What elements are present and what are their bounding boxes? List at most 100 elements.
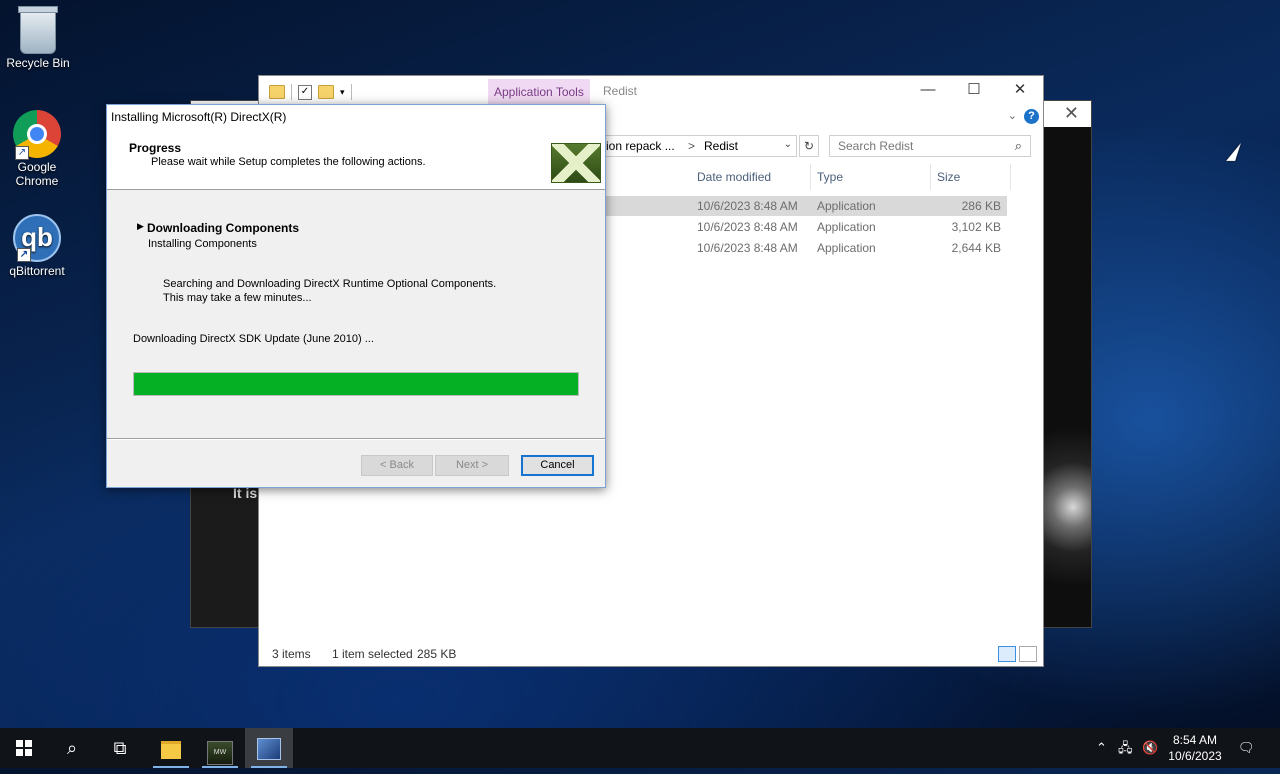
desktop-icon-label: qBittorrent [9,264,65,278]
view-toggle [998,646,1037,662]
download-status: Downloading DirectX SDK Update (June 201… [133,333,374,345]
cancel-button[interactable]: Cancel [521,455,594,476]
file-type: Application [817,220,876,234]
close-icon[interactable]: ✕ [1064,103,1079,124]
status-selection-size: 285 KB [417,647,457,661]
desktop-icon-qbittorrent[interactable]: qb ↗ qBittorrent [0,214,74,278]
file-size: 286 KB [961,199,1001,213]
new-folder-icon[interactable] [318,85,334,99]
file-row[interactable]: 10/6/2023 8:48 AM Application 286 KB [605,196,1007,216]
large-icons-view-icon[interactable] [1019,646,1037,662]
file-row[interactable]: 10/6/2023 8:48 AM Application 3,102 KB [605,217,1007,237]
search-placeholder: Search Redist [838,139,914,153]
network-icon[interactable]: 🖧 [1118,728,1133,768]
chrome-icon: ↗ [13,110,61,160]
clock[interactable]: 8:54 AM 10/6/2023 [1160,732,1230,764]
taskbar-directx-setup[interactable] [245,728,293,768]
chevron-down-icon[interactable]: ⌄ [1008,109,1017,122]
window-title: Redist [603,84,638,98]
clock-date: 10/6/2023 [1168,749,1222,763]
file-explorer-icon [161,741,181,759]
desktop-icon-recycle-bin[interactable]: Recycle Bin [0,6,76,70]
status-selection: 1 item selected [332,647,413,661]
directx-installer-dialog[interactable]: Installing Microsoft(R) DirectX(R) Progr… [106,104,606,488]
status-bar: 3 items 1 item selected 285 KB [259,642,1043,666]
shortcut-arrow-icon: ↗ [15,146,29,160]
desktop-icon-google-chrome[interactable]: ↗ Google Chrome [0,110,74,188]
file-type: Application [817,241,876,255]
column-header-size[interactable]: Size [929,164,1011,190]
help-icon[interactable]: ? [1024,109,1039,124]
desktop-icon-label: Recycle Bin [6,56,70,70]
file-type: Application [817,199,876,213]
search-icon: ⌕ [66,738,78,758]
file-size: 2,644 KB [951,241,1001,255]
separator [291,84,292,100]
taskbar: ⌕ ⧉ MW ⌃ 🖧 🔇 8:54 AM 10/6/2023 🗨 [0,728,1280,768]
file-row[interactable]: 10/6/2023 8:48 AM Application 2,644 KB [605,238,1007,258]
explorer-titlebar[interactable]: ✓ ▾ Application Tools Redist — ☐ ✕ [259,76,1043,106]
qbittorrent-icon: qb ↗ [13,214,61,262]
file-size: 3,102 KB [951,220,1001,234]
file-date: 10/6/2023 8:48 AM [697,199,798,213]
windows-logo-icon [16,740,32,756]
task-view-icon: ⧉ [113,738,127,758]
separator [350,84,352,100]
address-segment-current[interactable]: Redist [704,139,738,153]
background-artwork [1043,127,1091,627]
desktop-icon-label: Google Chrome [15,160,59,188]
setup-icon [257,738,281,760]
breadcrumb-separator[interactable]: > [688,139,695,153]
file-date: 10/6/2023 8:48 AM [697,241,798,255]
refresh-button[interactable]: ↻ [799,135,819,157]
shortcut-arrow-icon: ↗ [17,248,31,262]
show-hidden-icons-icon[interactable]: ⌃ [1096,728,1107,768]
current-step-arrow-icon: ▶ [137,221,144,231]
search-input[interactable]: Search Redist ⌕ [829,135,1031,157]
status-item-count: 3 items [272,647,311,661]
taskbar-game[interactable]: MW [196,728,244,768]
progress-fill [134,373,578,395]
step-subtitle: Installing Components [148,238,257,250]
next-button[interactable]: Next > [435,455,509,476]
progress-bar [133,372,579,396]
game-icon: MW [207,741,233,765]
notifications-icon[interactable]: 🗨 [1238,728,1255,768]
directx-logo-icon [551,143,601,183]
folder-icon[interactable] [269,85,285,99]
dialog-header: Progress Please wait while Setup complet… [107,131,605,190]
dialog-title: Installing Microsoft(R) DirectX(R) [107,105,605,131]
header-title: Progress [129,141,182,155]
start-button[interactable] [0,728,48,768]
volume-muted-icon[interactable]: 🔇 [1142,728,1158,768]
address-dropdown-icon[interactable]: ⌄ [784,139,792,150]
search-button[interactable]: ⌕ [48,728,96,768]
tab-application-tools[interactable]: Application Tools [488,79,590,105]
customize-toolbar-icon[interactable]: ▾ [340,87,345,98]
column-header-date-modified[interactable]: Date modified [689,164,811,190]
details-view-icon[interactable] [998,646,1016,662]
task-view-button[interactable]: ⧉ [96,728,144,768]
maximize-icon[interactable]: ☐ [951,76,997,104]
mouse-cursor-icon [1226,143,1241,161]
quick-access-toolbar: ✓ ▾ [269,84,352,100]
step-title: Downloading Components [147,221,299,235]
address-bar[interactable]: ition repack ... > Redist ⌄ [599,135,797,157]
search-icon: ⌕ [1014,138,1022,153]
address-segment[interactable]: ition repack ... [600,139,675,153]
minimize-icon[interactable]: — [905,76,951,104]
back-button[interactable]: < Back [361,455,433,476]
clock-time: 8:54 AM [1172,733,1218,747]
file-date: 10/6/2023 8:48 AM [697,220,798,234]
status-message-line2: This may take a few minutes... [163,292,312,304]
status-message-line1: Searching and Downloading DirectX Runtim… [163,278,497,290]
header-subtitle: Please wait while Setup completes the fo… [151,156,426,168]
dialog-separator [107,438,605,440]
recycle-bin-icon [18,6,58,54]
window-controls: — ☐ ✕ [905,76,1043,104]
close-icon[interactable]: ✕ [997,76,1043,104]
taskbar-file-explorer[interactable] [147,728,195,768]
properties-icon[interactable]: ✓ [298,84,312,100]
refresh-icon: ↻ [803,139,815,153]
column-header-type[interactable]: Type [809,164,931,190]
